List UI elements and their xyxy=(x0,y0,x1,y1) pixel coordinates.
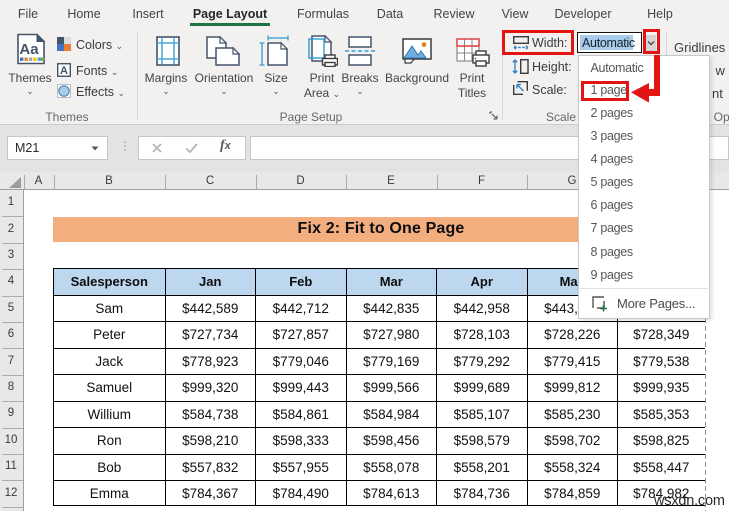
svg-text:A: A xyxy=(60,65,68,77)
svg-text:Aa: Aa xyxy=(19,41,39,58)
